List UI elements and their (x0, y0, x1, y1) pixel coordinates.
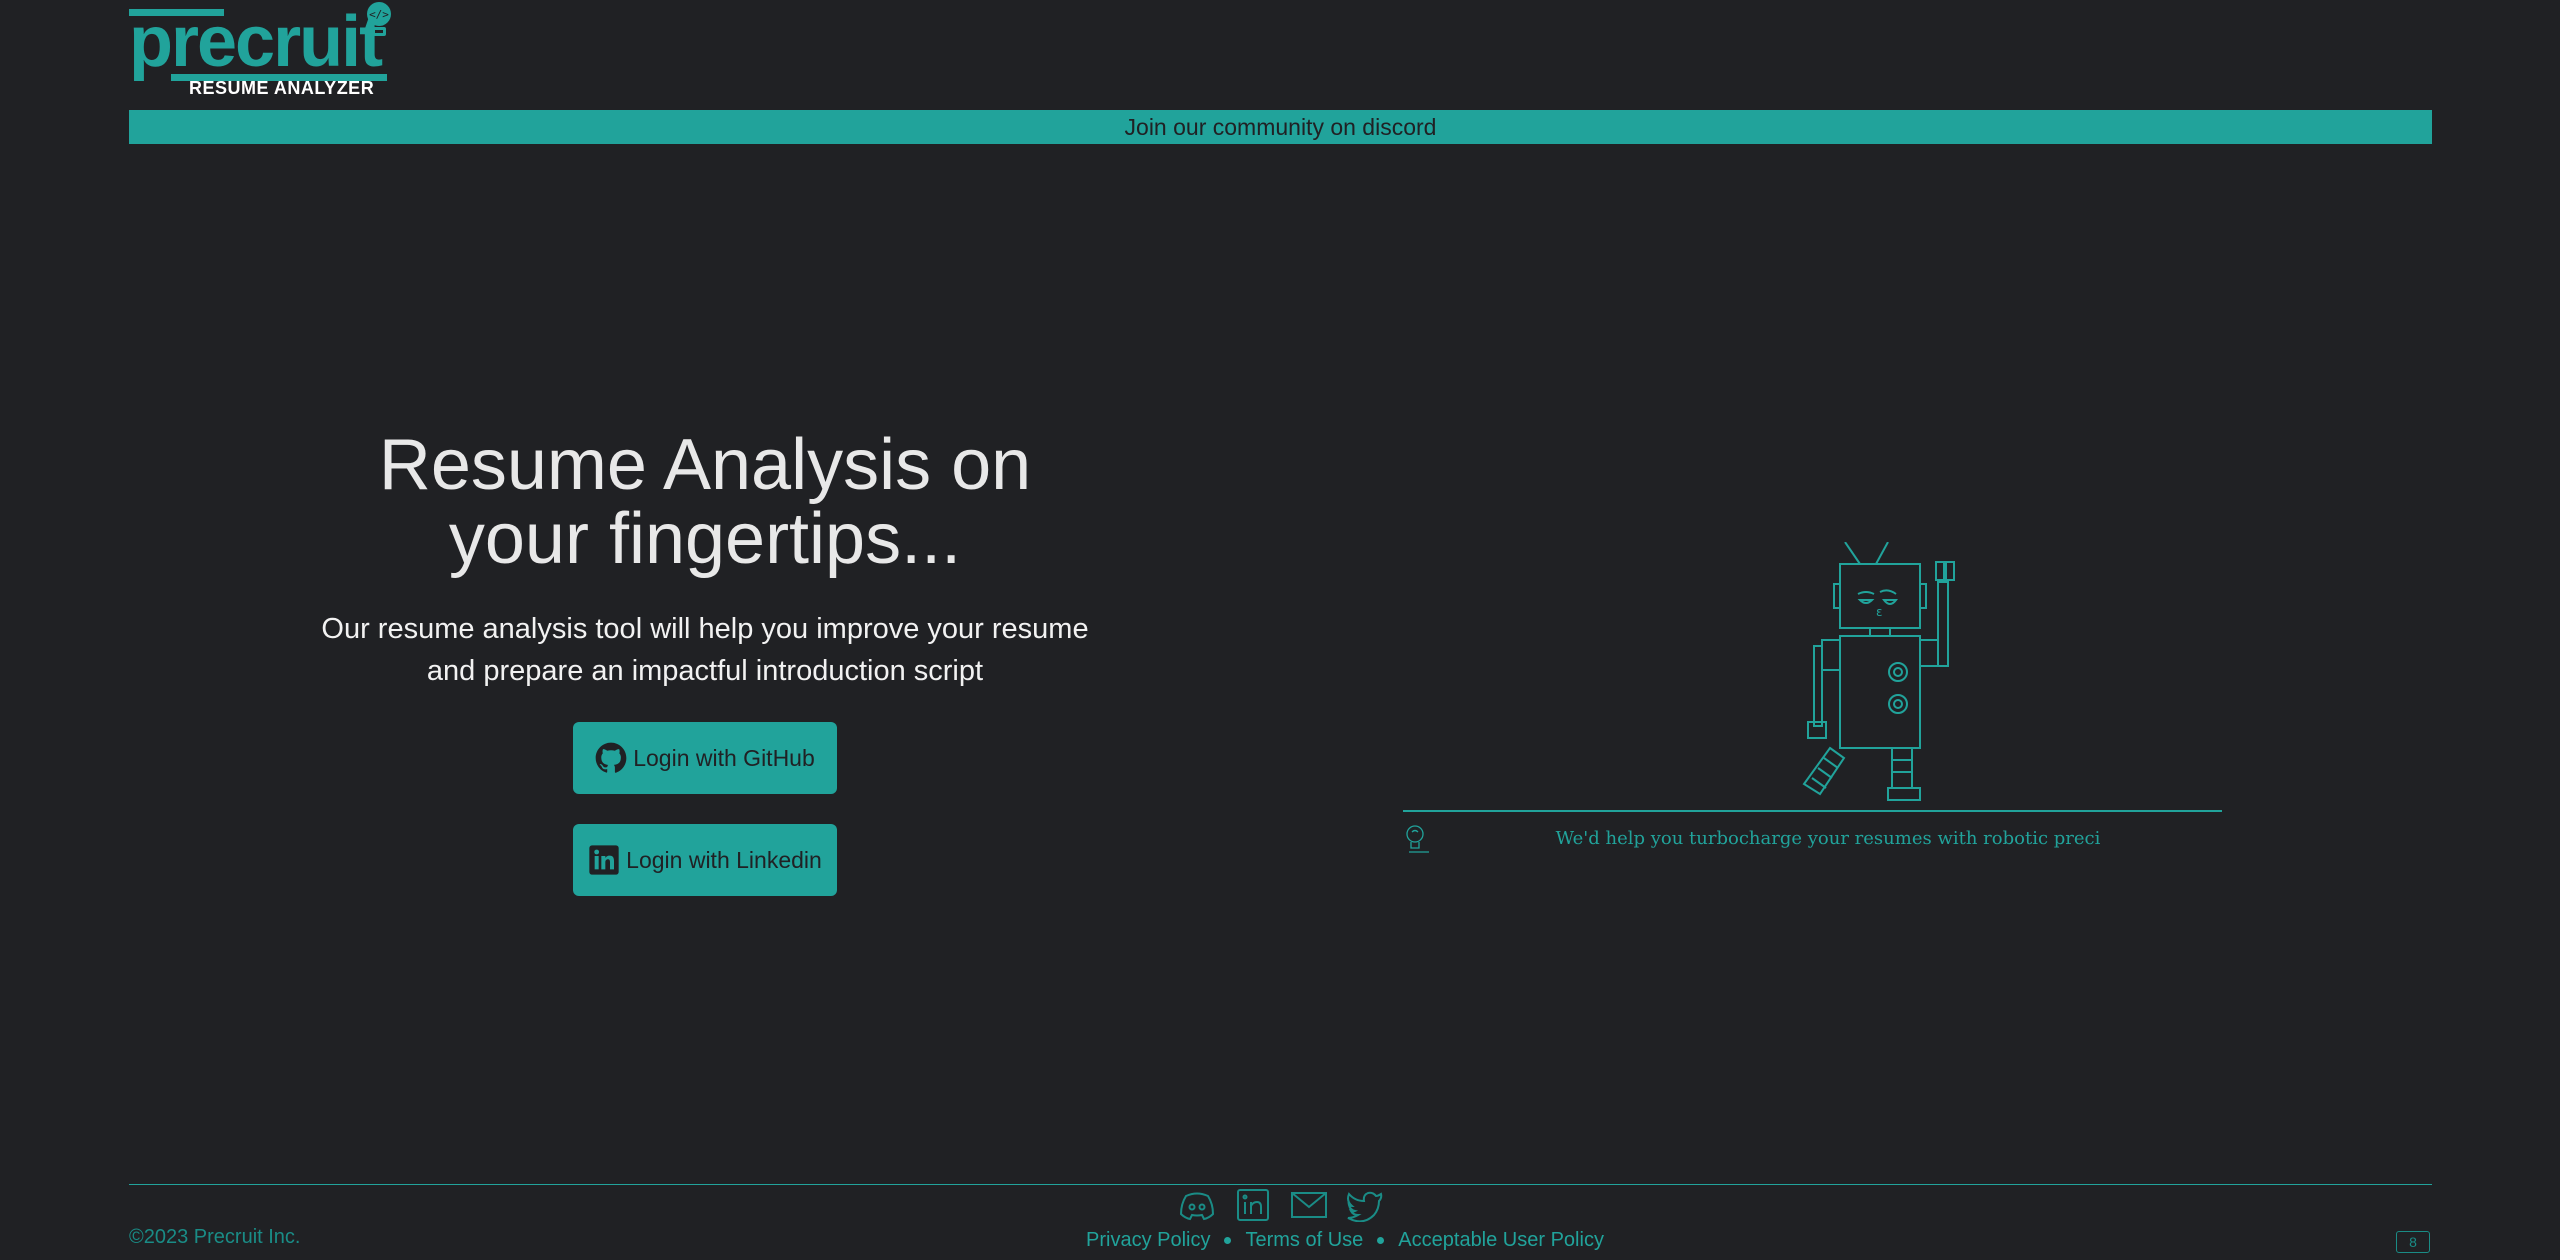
hero-subtitle-line-1: Our resume analysis tool will help you i… (321, 613, 1089, 645)
hero-title-line-1: Resume Analysis on (378, 425, 1032, 505)
discord-icon[interactable] (1178, 1188, 1216, 1222)
version-badge: 8 (2396, 1231, 2430, 1253)
svg-text:ε: ε (1876, 605, 1883, 619)
robot-head-icon: </> (367, 2, 391, 36)
logo-wordmark: precruit (129, 2, 383, 82)
mail-icon[interactable] (1290, 1188, 1328, 1222)
terms-of-use-link[interactable]: Terms of Use (1245, 1229, 1363, 1252)
copyright: ©2023 Precruit Inc. (129, 1226, 301, 1248)
waving-robot-icon: ε (1802, 542, 1955, 801)
privacy-policy-link[interactable]: Privacy Policy (1086, 1229, 1210, 1252)
linkedin-icon (589, 845, 619, 875)
hero-subtitle-line-2: and prepare an impactful introduction sc… (426, 655, 984, 687)
acceptable-use-policy-link[interactable]: Acceptable User Policy (1398, 1229, 1604, 1252)
hero-subtitle: Our resume analysis tool will help you i… (290, 608, 1120, 692)
login-linkedin-button[interactable]: Login with Linkedin (573, 824, 837, 896)
login-github-label: Login with GitHub (633, 744, 815, 771)
svg-text:</>: </> (369, 8, 389, 21)
separator-dot (1224, 1237, 1232, 1244)
logo[interactable]: precruit RESUME ANALYZER </> (129, 2, 399, 106)
twitter-icon[interactable] (1346, 1188, 1384, 1223)
login-linkedin-label: Login with Linkedin (626, 846, 822, 873)
footer-divider (129, 1184, 2432, 1185)
illustration-tagline: We'd help you turbocharge your resumes w… (1555, 828, 2101, 849)
discord-banner[interactable]: Join our community on discord (129, 110, 2432, 144)
hero-title-line-2: your fingertips... (448, 499, 962, 579)
logo-subtitle: RESUME ANALYZER (189, 78, 375, 98)
social-icons (1178, 1188, 1384, 1223)
lightbulb-sketch-icon (1406, 825, 1429, 853)
separator-dot (1377, 1237, 1385, 1244)
login-github-button[interactable]: Login with GitHub (573, 722, 837, 794)
linkedin-icon[interactable] (1234, 1188, 1272, 1222)
illustration-ground-line (1403, 810, 2222, 812)
hero-title: Resume Analysis on your fingertips... (240, 428, 1170, 576)
github-icon (595, 742, 627, 773)
robot-illustration: ε We'd help you turbocharge your resumes… (1290, 350, 2430, 990)
footer-links: Privacy Policy Terms of Use Acceptable U… (1086, 1229, 1604, 1252)
